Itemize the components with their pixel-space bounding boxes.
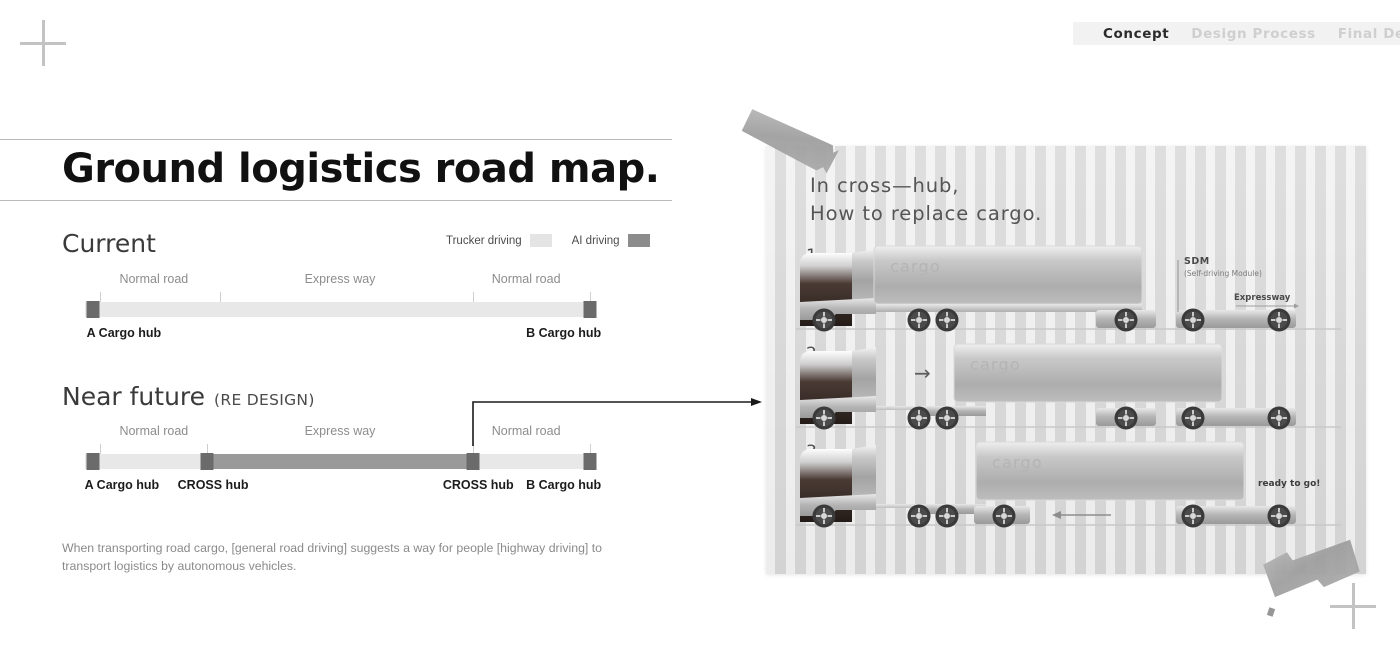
hub-marker-a-cargo-hub: [86, 301, 100, 318]
truck-illustration-step-3: cargo ready to go!: [796, 441, 1341, 528]
sdm-subtitle: (Self-driving Module): [1184, 269, 1262, 278]
title-block: Ground logistics road map.: [0, 139, 672, 201]
cargo-label-step-2: cargo: [970, 355, 1021, 374]
crop-mark-top-left: [20, 20, 66, 66]
legend-swatch-trucker-driving: [529, 234, 552, 247]
bar-segment-full: [85, 302, 595, 317]
hub-label-cross-hub-right: CROSS hub: [442, 478, 514, 492]
legend-item-ai-driving: AI driving: [572, 234, 650, 247]
timeline-future-hub-labels: A Cargo hub CROSS hub CROSS hub B Cargo …: [84, 478, 602, 500]
legend: Trucker driving AI driving: [446, 234, 650, 247]
title-rule-bottom: [0, 199, 672, 201]
legend-label-ai-driving: AI driving: [571, 234, 620, 247]
bar-segment-express-way: [207, 454, 473, 469]
nav-tab-final-design[interactable]: Final Design: [1338, 26, 1400, 42]
timeline-current-hub-labels: A Cargo hub B Cargo hub: [85, 326, 602, 348]
step-row-3: 3. cargo ready to go!: [766, 436, 1366, 534]
expressway-label: Expressway: [1234, 293, 1291, 303]
top-navigation: Concept Design Process Final Design: [1073, 22, 1400, 45]
hub-marker-b-cargo-hub: [583, 453, 597, 470]
nav-tab-concept[interactable]: Concept: [1103, 26, 1169, 42]
tape-speck: [1266, 607, 1276, 617]
truck-illustration-step-1: cargo SDM (Self-driving Module) Expressw…: [796, 245, 1341, 332]
legend-item-trucker-driving: Trucker driving: [446, 234, 552, 247]
section-heading-future-sub: (RE DESIGN): [214, 391, 315, 409]
hub-label-cross-hub-left: CROSS hub: [177, 478, 249, 492]
sdm-title: SDM: [1184, 256, 1210, 267]
hub-label-b-cargo-hub: B Cargo hub: [526, 326, 602, 340]
timeline-tick: [100, 444, 102, 454]
move-arrow-step-3: [1052, 511, 1061, 519]
section-heading-future-label: Near future: [62, 382, 206, 411]
bar-segment-normal-road-left: [85, 454, 208, 469]
cross-hub-board: In cross—hub, How to replace cargo. 1.: [766, 146, 1366, 574]
legend-label-trucker-driving: Trucker driving: [446, 234, 522, 247]
cargo-label-step-3: cargo: [992, 453, 1043, 472]
hub-marker-cross-hub-left: [200, 453, 214, 470]
cargo-label-step-1: cargo: [890, 257, 941, 276]
segment-label-express-way: Express way: [304, 424, 376, 438]
caption-text: When transporting road cargo, [general r…: [62, 541, 603, 573]
bar-segment-normal-road-right: [472, 454, 595, 469]
section-heading-future: Near future (RE DESIGN): [62, 382, 315, 411]
page-title: Ground logistics road map.: [62, 146, 660, 192]
move-arrow-step-2: →: [914, 361, 931, 385]
timeline-tick: [220, 292, 222, 302]
hub-label-b-cargo-hub: B Cargo hub: [526, 478, 602, 492]
timeline-current: Normal road Express way Normal road A Ca…: [85, 272, 602, 348]
section-heading-current: Current: [62, 229, 156, 258]
timeline-future-bar: [85, 453, 597, 470]
timeline-tick: [472, 292, 474, 302]
segment-label-normal-road-left: Normal road: [119, 424, 189, 438]
truck-illustration-step-2: → cargo: [796, 343, 1341, 430]
timeline-tick: [100, 292, 102, 302]
timeline-current-bar: [85, 301, 597, 318]
ready-to-go-label: ready to go!: [1258, 479, 1320, 489]
crop-mark-bottom-right: [1330, 583, 1376, 629]
hub-label-a-cargo-hub: A Cargo hub: [84, 478, 160, 492]
step-row-1: 1.: [766, 240, 1366, 338]
section-heading-current-label: Current: [62, 229, 156, 258]
hub-marker-a-cargo-hub: [86, 453, 100, 470]
hub-label-a-cargo-hub: A Cargo hub: [86, 326, 162, 340]
timeline-current-segment-labels: Normal road Express way Normal road: [85, 272, 595, 292]
legend-swatch-ai-driving: [627, 234, 650, 247]
segment-label-normal-road-left: Normal road: [119, 272, 189, 286]
slide-canvas: Concept Design Process Final Design Grou…: [0, 0, 1400, 653]
nav-tab-design-process[interactable]: Design Process: [1191, 26, 1315, 42]
segment-label-normal-road-right: Normal road: [491, 272, 561, 286]
connector-arrow: [472, 398, 762, 446]
timeline-current-ticks: [85, 292, 595, 302]
board-title: In cross—hub, How to replace cargo.: [810, 174, 1043, 225]
hub-marker-b-cargo-hub: [583, 301, 597, 318]
step-row-2: 2. → cargo: [766, 338, 1366, 436]
hub-marker-cross-hub-right: [466, 453, 480, 470]
segment-label-express-way: Express way: [304, 272, 376, 286]
